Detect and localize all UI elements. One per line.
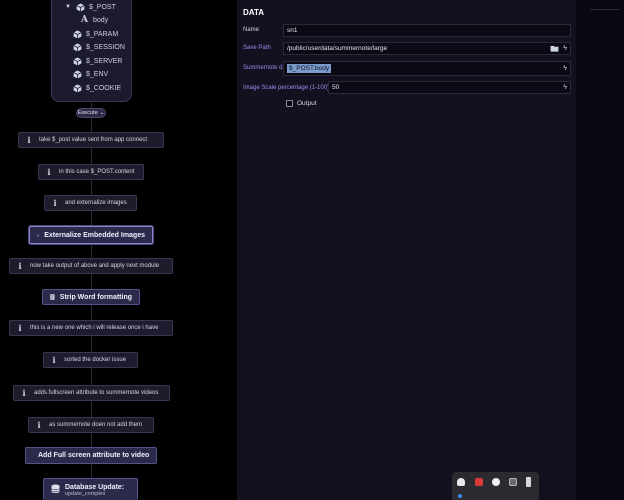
tree-item-label: $_ENV — [86, 70, 109, 78]
output-checkbox[interactable]: Output — [286, 100, 317, 107]
scale-field[interactable]: 50 ϟ — [328, 81, 571, 94]
document-icon — [50, 294, 55, 300]
tray-app-icon[interactable] — [509, 478, 517, 486]
cube-icon — [76, 2, 85, 12]
flow-canvas: ▼ $_POST A body $_PARAM $_SESSION $_SERV… — [0, 0, 237, 500]
flow-step-externalize-images[interactable]: Externalize Embedded Images — [29, 226, 153, 244]
flow-step-text: Database Update: update_complex — [65, 484, 124, 497]
tree-item-label: $_POST — [89, 3, 116, 11]
tree-item-label: body — [93, 16, 109, 24]
flow-step-comment[interactable]: i in this case $_POST.content — [38, 164, 144, 180]
tree-item-label: $_SERVER — [86, 57, 123, 65]
info-icon: i — [22, 388, 26, 398]
checkbox-box[interactable] — [286, 100, 293, 107]
panel-title: DATA — [243, 8, 265, 17]
tree-item-label: $_SESSION — [86, 43, 125, 51]
info-icon: i — [52, 355, 56, 365]
flow-step-label: as summernote doen not add them — [49, 422, 143, 428]
right-panel — [576, 0, 624, 500]
divider — [590, 9, 620, 10]
flow-step-label: now take output of above and apply next … — [30, 263, 160, 269]
database-icon — [51, 484, 60, 493]
lightning-icon[interactable]: ϟ — [563, 65, 567, 72]
tree-item-post[interactable]: ▼ $_POST — [64, 1, 116, 13]
info-icon: i — [37, 420, 41, 430]
tree-item-label: $_COOKIE — [86, 84, 122, 92]
scale-label: Image Scale percentage (1-100) — [243, 85, 330, 91]
info-icon: i — [27, 135, 31, 145]
flow-step-label: adds fullscreen attribute to summernote … — [34, 390, 159, 396]
summernote-data-field[interactable]: $_POST.body ϟ — [283, 61, 571, 76]
cube-icon — [73, 83, 82, 93]
info-icon: i — [53, 198, 57, 208]
folder-open-icon[interactable] — [550, 45, 559, 52]
save-path-field[interactable]: /public/userdata/summernote/large ϟ — [283, 42, 571, 55]
variables-tree: ▼ $_POST A body $_PARAM $_SESSION $_SERV… — [51, 0, 132, 102]
info-icon: i — [18, 261, 22, 271]
flow-step-fullscreen-video[interactable]: Add Full screen attribute to video — [25, 447, 157, 464]
flow-step-comment[interactable]: i this is a new one which i will release… — [9, 320, 173, 336]
tree-item-cookie[interactable]: $_COOKIE — [73, 82, 121, 94]
data-panel: DATA Name sn1 Save Path /public/userdata… — [237, 0, 576, 500]
battery-icon[interactable] — [526, 477, 531, 487]
cube-icon — [73, 29, 82, 39]
tray-app-icon[interactable] — [458, 494, 462, 498]
save-path-label: Save Path — [243, 45, 271, 51]
name-field[interactable]: sn1 — [283, 24, 571, 37]
output-label: Output — [297, 100, 317, 107]
tree-item-env[interactable]: $_ENV — [73, 68, 108, 80]
flow-step-comment[interactable]: i as summernote doen not add them — [28, 417, 154, 433]
info-icon: i — [47, 167, 51, 177]
tree-item-session[interactable]: $_SESSION — [73, 41, 125, 53]
flow-step-label: Add Full screen attribute to video — [38, 452, 150, 459]
tree-item-label: $_PARAM — [86, 30, 119, 38]
name-value: sn1 — [287, 27, 298, 34]
name-label: Name — [243, 27, 260, 33]
flow-step-comment[interactable]: i and externalize images — [44, 195, 137, 211]
flow-step-label: and externalize images — [65, 200, 127, 206]
flow-step-label: Externalize Embedded Images — [44, 231, 145, 239]
cube-icon — [73, 69, 82, 79]
lightning-icon[interactable]: ϟ — [563, 45, 567, 52]
save-path-value: /public/userdata/summernote/large — [287, 45, 388, 52]
execute-label: Execute — [77, 110, 98, 116]
flow-step-strip-word[interactable]: Strip Word formatting — [42, 289, 140, 305]
flow-step-comment[interactable]: i adds fullscreen attribute to summernot… — [13, 385, 170, 401]
lightning-icon[interactable]: ϟ — [563, 84, 567, 91]
flow-step-comment[interactable]: i take $_post value sent from app connec… — [18, 132, 164, 148]
tray-app-icon[interactable] — [457, 478, 465, 486]
flow-step-label: this is a new one which i will release o… — [30, 325, 159, 331]
flow-step-database-update[interactable]: Database Update: update_complex — [43, 478, 138, 500]
system-tray — [452, 472, 539, 500]
tray-app-icon[interactable] — [492, 478, 500, 486]
tree-item-param[interactable]: $_PARAM — [73, 28, 118, 40]
summernote-data-value: $_POST.body — [287, 64, 332, 73]
flow-step-comment[interactable]: i now take output of above and apply nex… — [9, 258, 173, 274]
execute-button[interactable]: Execute ⌄ — [76, 108, 106, 118]
info-icon: i — [18, 323, 22, 333]
flow-step-label: take $_post value sent from app connect — [39, 137, 148, 143]
chevron-down-icon[interactable]: ▼ — [64, 4, 72, 10]
flow-step-label: sorted the docker issue — [64, 357, 127, 363]
cube-icon — [73, 56, 82, 66]
flow-step-label: in this case $_POST.content — [59, 169, 135, 175]
image-icon — [37, 234, 40, 236]
flow-step-label: Strip Word formatting — [59, 293, 132, 301]
tree-item-body[interactable]: A body — [80, 14, 108, 26]
chevron-down-icon: ⌄ — [99, 110, 105, 116]
scale-value: 50 — [332, 84, 340, 91]
flow-step-comment[interactable]: i sorted the docker issue — [43, 352, 138, 368]
flow-step-label: Database Update: — [65, 484, 125, 491]
cube-icon — [73, 42, 82, 52]
tree-item-server[interactable]: $_SERVER — [73, 55, 122, 67]
flow-step-sublabel: update_complex — [65, 491, 106, 497]
tray-app-icon[interactable] — [475, 478, 483, 486]
text-a-icon: A — [81, 15, 88, 25]
